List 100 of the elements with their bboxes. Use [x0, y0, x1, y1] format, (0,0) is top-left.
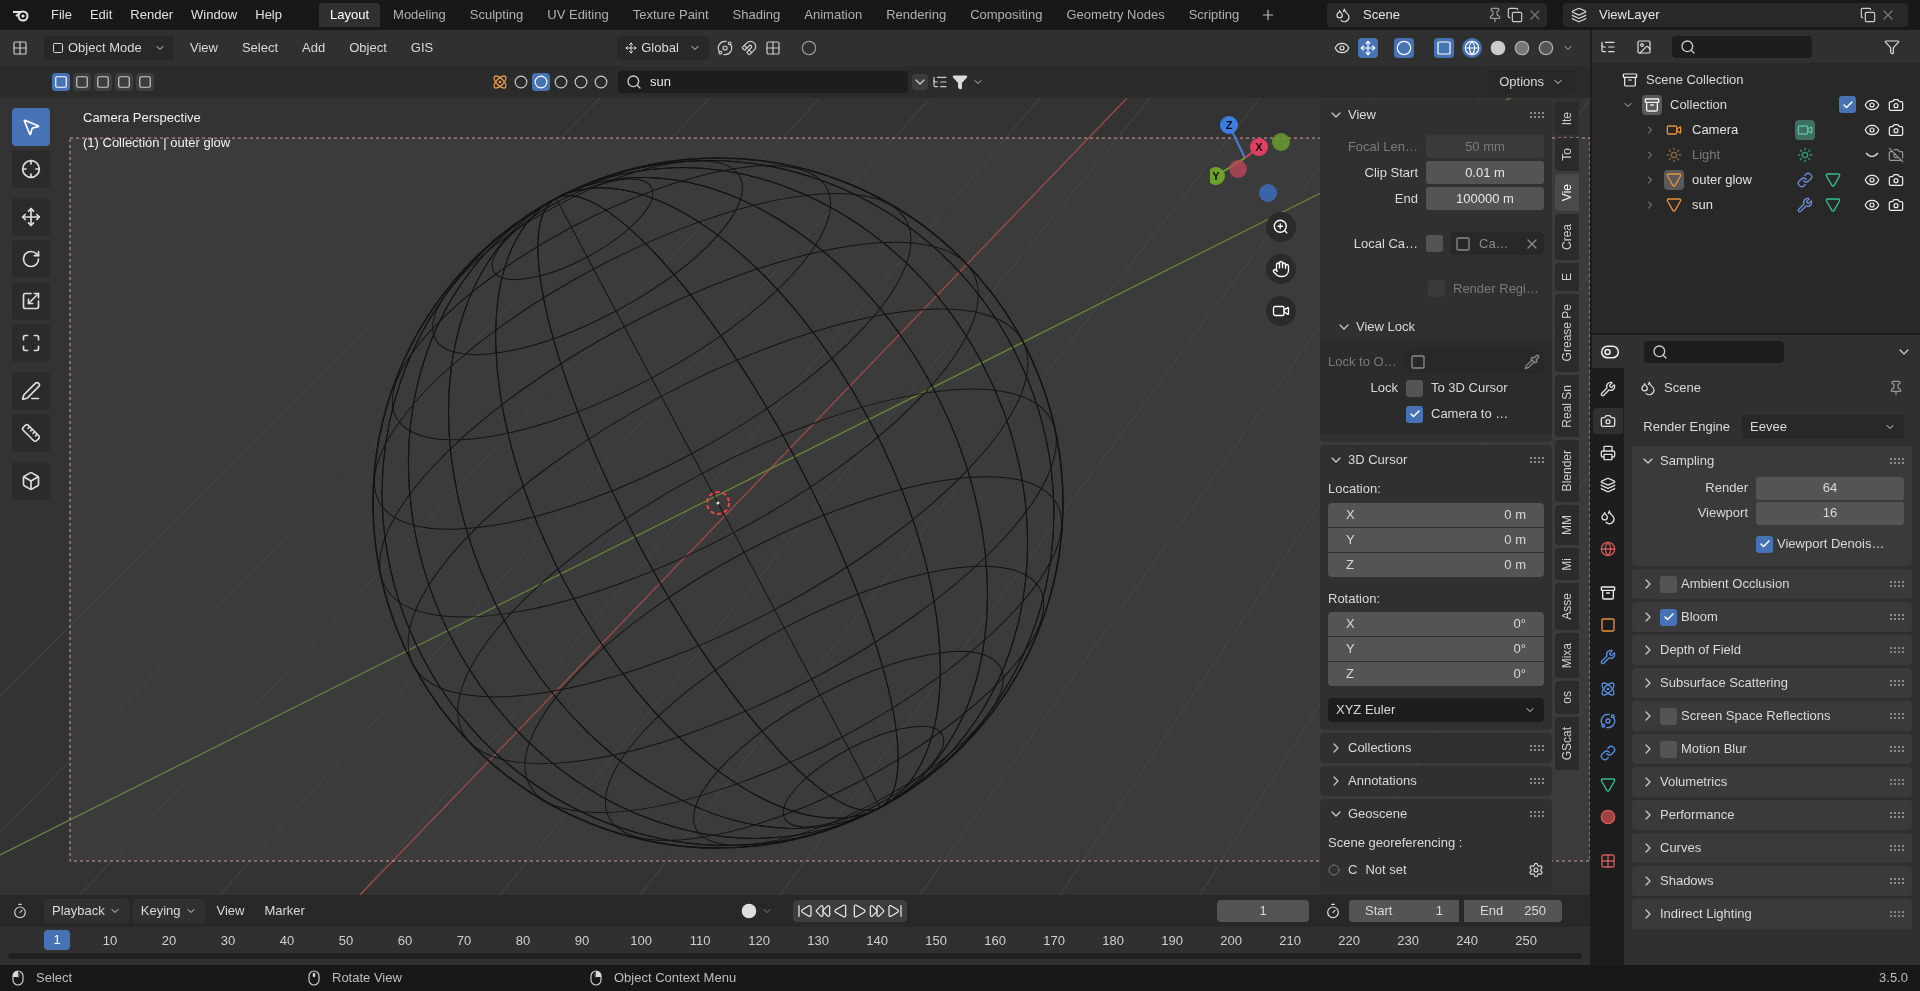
view-layer-icon[interactable]	[1571, 7, 1587, 23]
overlay-toggle-icon[interactable]	[1394, 38, 1414, 58]
playhead[interactable]: 1	[44, 930, 70, 950]
checkbox[interactable]	[1406, 405, 1423, 423]
checkbox[interactable]	[1756, 535, 1773, 553]
panel-title[interactable]: Sampling	[1660, 451, 1886, 471]
sidebar-tab[interactable]: Crea	[1555, 214, 1579, 261]
drag-handle-icon[interactable]	[1890, 647, 1904, 653]
pin-icon[interactable]	[1888, 380, 1904, 396]
panel-title[interactable]: Geoscene	[1348, 804, 1526, 824]
drag-handle-icon[interactable]	[1890, 911, 1904, 917]
drag-handle-icon[interactable]	[1530, 811, 1544, 817]
rendered-shading-icon[interactable]	[1538, 40, 1554, 56]
axis-gizmo[interactable]: Z X Y	[1210, 116, 1300, 206]
menu-item[interactable]: File	[42, 5, 81, 25]
current-frame-field[interactable]: 1	[1217, 900, 1309, 922]
tool-button[interactable]	[12, 414, 50, 452]
workspace-tab[interactable]: Modeling	[382, 3, 457, 27]
object-type-icon[interactable]	[512, 73, 530, 91]
workspace-tab[interactable]: Compositing	[959, 3, 1054, 27]
object-type-icon[interactable]	[552, 73, 570, 91]
workspace-tab[interactable]: Texture Paint	[621, 3, 720, 27]
orientation-dropdown[interactable]: Global	[617, 36, 710, 60]
record-icon[interactable]	[740, 903, 757, 919]
camera-icon[interactable]	[1888, 196, 1904, 213]
sidebar-tab[interactable]: Asse	[1555, 583, 1579, 630]
sidebar-tab[interactable]: Mi	[1555, 547, 1579, 581]
next-keyframe-icon[interactable]	[868, 903, 885, 919]
sidebar-tab[interactable]: Grease Pe	[1555, 294, 1579, 372]
search-field[interactable]	[1644, 340, 1784, 363]
pin-icon[interactable]	[1487, 7, 1503, 23]
drag-handle-icon[interactable]	[1530, 778, 1544, 784]
settings-icon[interactable]	[1528, 861, 1544, 878]
number-field[interactable]: 0.01 m	[1426, 161, 1544, 184]
proportional-edit-icon[interactable]	[801, 40, 818, 56]
menu-dropdown[interactable]: Keying	[132, 899, 205, 923]
camera-icon[interactable]	[1795, 119, 1815, 140]
sidebar-tab[interactable]: To	[1555, 138, 1579, 172]
camera-icon[interactable]	[1888, 171, 1904, 188]
previous-keyframe-icon[interactable]	[814, 903, 831, 919]
vector-field[interactable]: Y 0 m	[1328, 527, 1544, 552]
workspace-tab[interactable]: Animation	[793, 3, 874, 27]
tool-button[interactable]	[12, 282, 50, 320]
tree-item[interactable]: sun	[1692, 194, 1787, 215]
tool-button[interactable]	[12, 240, 50, 278]
menu-item[interactable]: View	[182, 38, 226, 58]
number-field[interactable]: 16	[1756, 501, 1904, 525]
tool-button[interactable]	[12, 372, 50, 410]
vector-field[interactable]: X 0°	[1328, 612, 1544, 636]
filter-icon[interactable]	[1884, 38, 1900, 55]
checkbox[interactable]	[1426, 235, 1443, 252]
vector-field[interactable]: Z 0°	[1328, 662, 1544, 686]
gizmo-toggle-icon[interactable]	[1358, 38, 1378, 58]
object-type-icon[interactable]	[572, 73, 590, 91]
drag-handle-icon[interactable]	[1890, 713, 1904, 719]
search-field[interactable]	[1672, 35, 1812, 58]
selection-mode-icon[interactable]	[73, 73, 91, 91]
checkbox[interactable]	[1660, 740, 1677, 758]
stopwatch-icon[interactable]	[1325, 903, 1341, 919]
jump-start-icon[interactable]	[796, 903, 813, 919]
sidebar-tab[interactable]: Vie	[1555, 174, 1579, 212]
tree-item[interactable]: outer glow	[1692, 169, 1787, 190]
selection-mode-icon[interactable]	[52, 73, 70, 91]
sidebar-tab[interactable]: MM	[1555, 504, 1579, 545]
editor-type-icon[interactable]	[12, 40, 28, 56]
menu-item[interactable]: Help	[246, 5, 291, 25]
options-dropdown[interactable]: Options	[1487, 70, 1576, 94]
drag-handle-icon[interactable]	[1890, 845, 1904, 851]
sort-icon[interactable]	[932, 74, 948, 90]
selection-mode-icon[interactable]	[136, 73, 154, 91]
tree-item[interactable]: Scene Collection	[1646, 69, 1744, 90]
workspace-tab[interactable]: Sculpting	[458, 3, 535, 27]
workspace-tab[interactable]: UV Editing	[536, 3, 620, 27]
workspace-tab[interactable]: Rendering	[875, 3, 958, 27]
menu-item[interactable]: Add	[294, 38, 334, 58]
panel-title[interactable]: View	[1348, 105, 1526, 125]
drag-handle-icon[interactable]	[1890, 746, 1904, 752]
menu-item[interactable]: Edit	[80, 5, 122, 25]
checkbox[interactable]	[1660, 707, 1677, 725]
workspace-tab[interactable]: Shading	[721, 3, 792, 27]
checkbox[interactable]	[1406, 379, 1423, 397]
drag-handle-icon[interactable]	[1890, 458, 1904, 464]
mode-dropdown[interactable]: Object Mode	[44, 36, 174, 60]
drag-handle-icon[interactable]	[1890, 680, 1904, 686]
object-type-icon[interactable]	[532, 73, 550, 91]
3d-cursor-icon[interactable]	[706, 491, 730, 515]
menu-item[interactable]: Window	[182, 5, 247, 25]
panel-title[interactable]: 3D Cursor	[1348, 450, 1526, 470]
checkbox-label[interactable]: Viewport Denois…	[1777, 534, 1885, 554]
render-engine-dropdown[interactable]: Eevee	[1742, 415, 1904, 439]
workspace-tab[interactable]: Scripting	[1177, 3, 1251, 27]
checkbox-label[interactable]: Camera to …	[1431, 404, 1509, 424]
end-frame-field[interactable]: End 250	[1464, 900, 1562, 922]
drag-handle-icon[interactable]	[1890, 878, 1904, 884]
menu-item[interactable]: Render	[121, 5, 182, 25]
drag-handle-icon[interactable]	[1530, 745, 1544, 751]
menu-item[interactable]: GIS	[402, 38, 442, 58]
camera-icon[interactable]	[1888, 96, 1904, 113]
tool-button[interactable]	[12, 150, 50, 188]
drag-handle-icon[interactable]	[1890, 812, 1904, 818]
